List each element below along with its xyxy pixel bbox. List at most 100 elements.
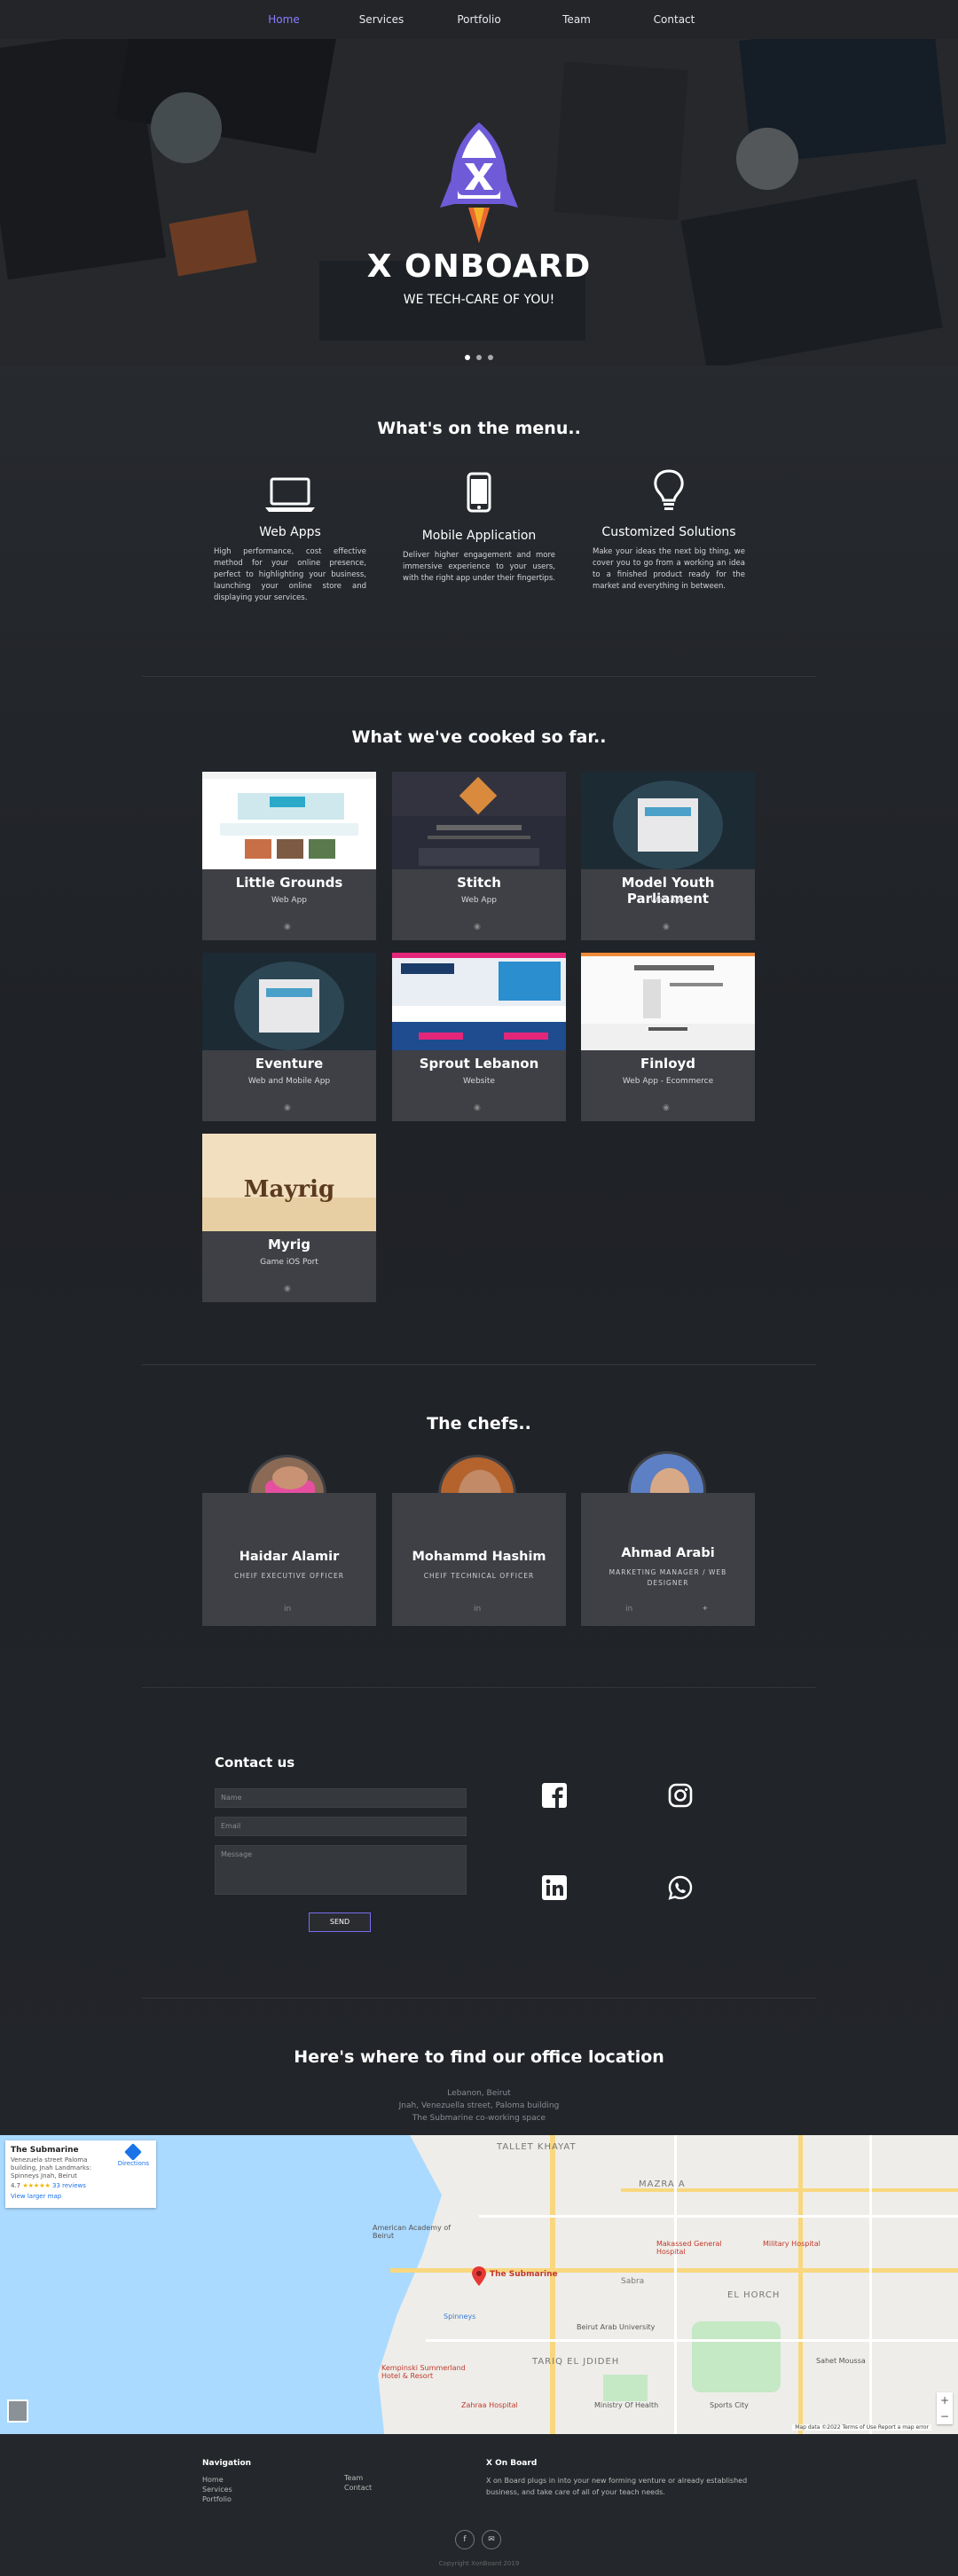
service-title: Mobile Application xyxy=(421,529,537,543)
twitter-icon[interactable]: ✦ xyxy=(702,1605,709,1614)
footer-navigation-2: Team Contact xyxy=(344,2473,372,2493)
footer-link-home[interactable]: Home xyxy=(202,2475,251,2485)
portfolio-card-finloyd[interactable]: Finloyd Web App - Ecommerce ◉ xyxy=(581,953,755,1121)
nav-services[interactable]: Services xyxy=(333,13,430,26)
hero-title: X ONBOARD xyxy=(366,248,592,285)
portfolio-type: Web App xyxy=(649,896,687,905)
portfolio-type: Web App xyxy=(460,896,498,905)
location-title: Here's where to find our office location xyxy=(294,2047,664,2067)
portfolio-type: Game iOS Port xyxy=(260,1258,318,1267)
map-pin-label: The Submarine xyxy=(490,2270,558,2279)
portfolio-screenshot xyxy=(392,772,566,869)
directions-button[interactable]: Directions xyxy=(118,2143,149,2167)
office-map[interactable]: TALLET KHAYAT MAZRA A TARIQ EL JDIDEH EL… xyxy=(0,2135,958,2434)
map-label: Military Hospital xyxy=(763,2240,821,2248)
lightbulb-icon xyxy=(654,469,684,510)
portfolio-type: Web and Mobile App xyxy=(247,1077,331,1086)
rating-reviews[interactable]: 33 reviews xyxy=(52,2182,86,2189)
office-address: Lebanon, Beirut Jnah, Venezuella street,… xyxy=(0,2087,958,2124)
map-label: Sahet Moussa xyxy=(816,2357,866,2365)
zoom-out-icon[interactable]: − xyxy=(937,2408,953,2424)
linkedin-icon[interactable] xyxy=(542,1875,567,1900)
portfolio-card-model-youth-parliament[interactable]: Model Youth Parliament Web App ◉ xyxy=(581,772,755,940)
footer-link-team[interactable]: Team xyxy=(344,2473,372,2483)
footer-about-text: X on Board plugs in into your new formin… xyxy=(486,2477,748,2496)
footer-about: X On Board X on Board plugs in into your… xyxy=(486,2459,752,2498)
nav-portfolio[interactable]: Portfolio xyxy=(430,13,528,26)
nav-contact[interactable]: Contact xyxy=(625,13,723,26)
portfolio-screenshot xyxy=(392,953,566,1050)
footer-link-services[interactable]: Services xyxy=(202,2485,251,2494)
carousel-dot[interactable] xyxy=(476,355,482,360)
map-label: Sports City xyxy=(710,2401,749,2409)
eye-icon[interactable]: ◉ xyxy=(663,923,670,931)
map-attribution: Map data ©2022 Terms of Use Report a map… xyxy=(792,2424,931,2431)
map-park xyxy=(603,2375,648,2401)
portfolio-name: Little Grounds xyxy=(235,875,343,891)
eye-icon[interactable]: ◉ xyxy=(474,1103,481,1112)
linkedin-icon[interactable]: in xyxy=(625,1605,632,1614)
service-title: Customized Solutions xyxy=(601,525,736,539)
portfolio-name: Myrig xyxy=(268,1237,310,1253)
portfolio-type: Web App xyxy=(271,896,308,905)
portfolio-card-myrig[interactable]: Mayrig Myrig Game iOS Port ◉ xyxy=(202,1134,376,1302)
stars-icon: ★★★★★ xyxy=(22,2182,51,2189)
eye-icon[interactable]: ◉ xyxy=(284,1284,291,1293)
facebook-icon[interactable]: f xyxy=(455,2530,475,2549)
instagram-icon[interactable] xyxy=(668,1783,693,1808)
footer-link-contact[interactable]: Contact xyxy=(344,2483,372,2493)
zoom-in-icon[interactable]: + xyxy=(937,2392,953,2408)
portfolio-name: Sprout Lebanon xyxy=(419,1056,539,1072)
portfolio-card-eventure[interactable]: Eventure Web and Mobile App ◉ xyxy=(202,953,376,1121)
eye-icon[interactable]: ◉ xyxy=(474,923,481,931)
map-road xyxy=(479,2215,958,2218)
map-label: American Academy of Beirut xyxy=(373,2224,452,2240)
eye-icon[interactable]: ◉ xyxy=(663,1103,670,1112)
facebook-icon[interactable] xyxy=(542,1783,567,1808)
eye-icon[interactable]: ◉ xyxy=(284,923,291,931)
map-zoom-controls[interactable]: + − xyxy=(937,2392,953,2424)
eye-icon[interactable]: ◉ xyxy=(284,1103,291,1112)
map-label: Ministry Of Health xyxy=(594,2401,659,2409)
map-satellite-toggle[interactable] xyxy=(7,2399,28,2423)
linkedin-icon[interactable]: in xyxy=(474,1605,481,1614)
nav-home[interactable]: Home xyxy=(235,13,333,26)
portfolio-card-sprout-lebanon[interactable]: Sprout Lebanon Website ◉ xyxy=(392,953,566,1121)
portfolio-screenshot xyxy=(581,953,755,1050)
portfolio-type: Web App - Ecommerce xyxy=(622,1077,714,1086)
footer-about-title: X On Board xyxy=(486,2459,538,2468)
portfolio-name: Eventure xyxy=(255,1056,324,1072)
portfolio-type: Website xyxy=(463,1077,495,1086)
portfolio-name: Stitch xyxy=(457,875,501,891)
portfolio-card-stitch[interactable]: Stitch Web App ◉ xyxy=(392,772,566,940)
team-card-ahmad: Ahmad Arabi MARKETING MANAGER / WEB DESI… xyxy=(581,1493,755,1626)
linkedin-icon[interactable]: in xyxy=(284,1605,291,1614)
footer-nav-title: Navigation xyxy=(202,2459,252,2468)
nav-team[interactable]: Team xyxy=(528,13,625,26)
portfolio-title: What we've cooked so far.. xyxy=(351,727,607,747)
message-field[interactable]: Message xyxy=(215,1845,467,1895)
name-field[interactable]: Name xyxy=(215,1788,467,1808)
email-field[interactable]: Email xyxy=(215,1817,467,1836)
portfolio-card-little-grounds[interactable]: Little Grounds Web App ◉ xyxy=(202,772,376,940)
map-label: TALLET KHAYAT xyxy=(497,2142,577,2152)
rocket-logo-icon xyxy=(440,122,518,243)
carousel-dot[interactable] xyxy=(465,355,470,360)
carousel-dot[interactable] xyxy=(488,355,493,360)
footer-link-portfolio[interactable]: Portfolio xyxy=(202,2494,251,2504)
service-text: Make your ideas the next big thing, we c… xyxy=(593,547,745,591)
map-pin-icon[interactable] xyxy=(472,2266,486,2286)
section-divider xyxy=(142,1998,816,1999)
address-line: Jnah, Venezuella street, Paloma building xyxy=(398,2101,560,2110)
rating-value: 4.7 xyxy=(11,2182,21,2189)
whatsapp-icon[interactable] xyxy=(668,1875,693,1900)
view-larger-map-link[interactable]: View larger map xyxy=(11,2193,151,2200)
service-title: Web Apps xyxy=(259,525,321,539)
map-place-address: Venezuela street Paloma building, Jnah L… xyxy=(11,2156,92,2179)
email-icon[interactable]: ✉ xyxy=(482,2530,501,2549)
map-label: Beirut Arab University xyxy=(577,2323,656,2331)
portfolio-screenshot xyxy=(202,953,376,1050)
address-line: The Submarine co-working space xyxy=(412,2114,546,2123)
send-button[interactable]: SEND xyxy=(309,1912,371,1932)
service-text: High performance, cost effective method … xyxy=(214,547,366,602)
